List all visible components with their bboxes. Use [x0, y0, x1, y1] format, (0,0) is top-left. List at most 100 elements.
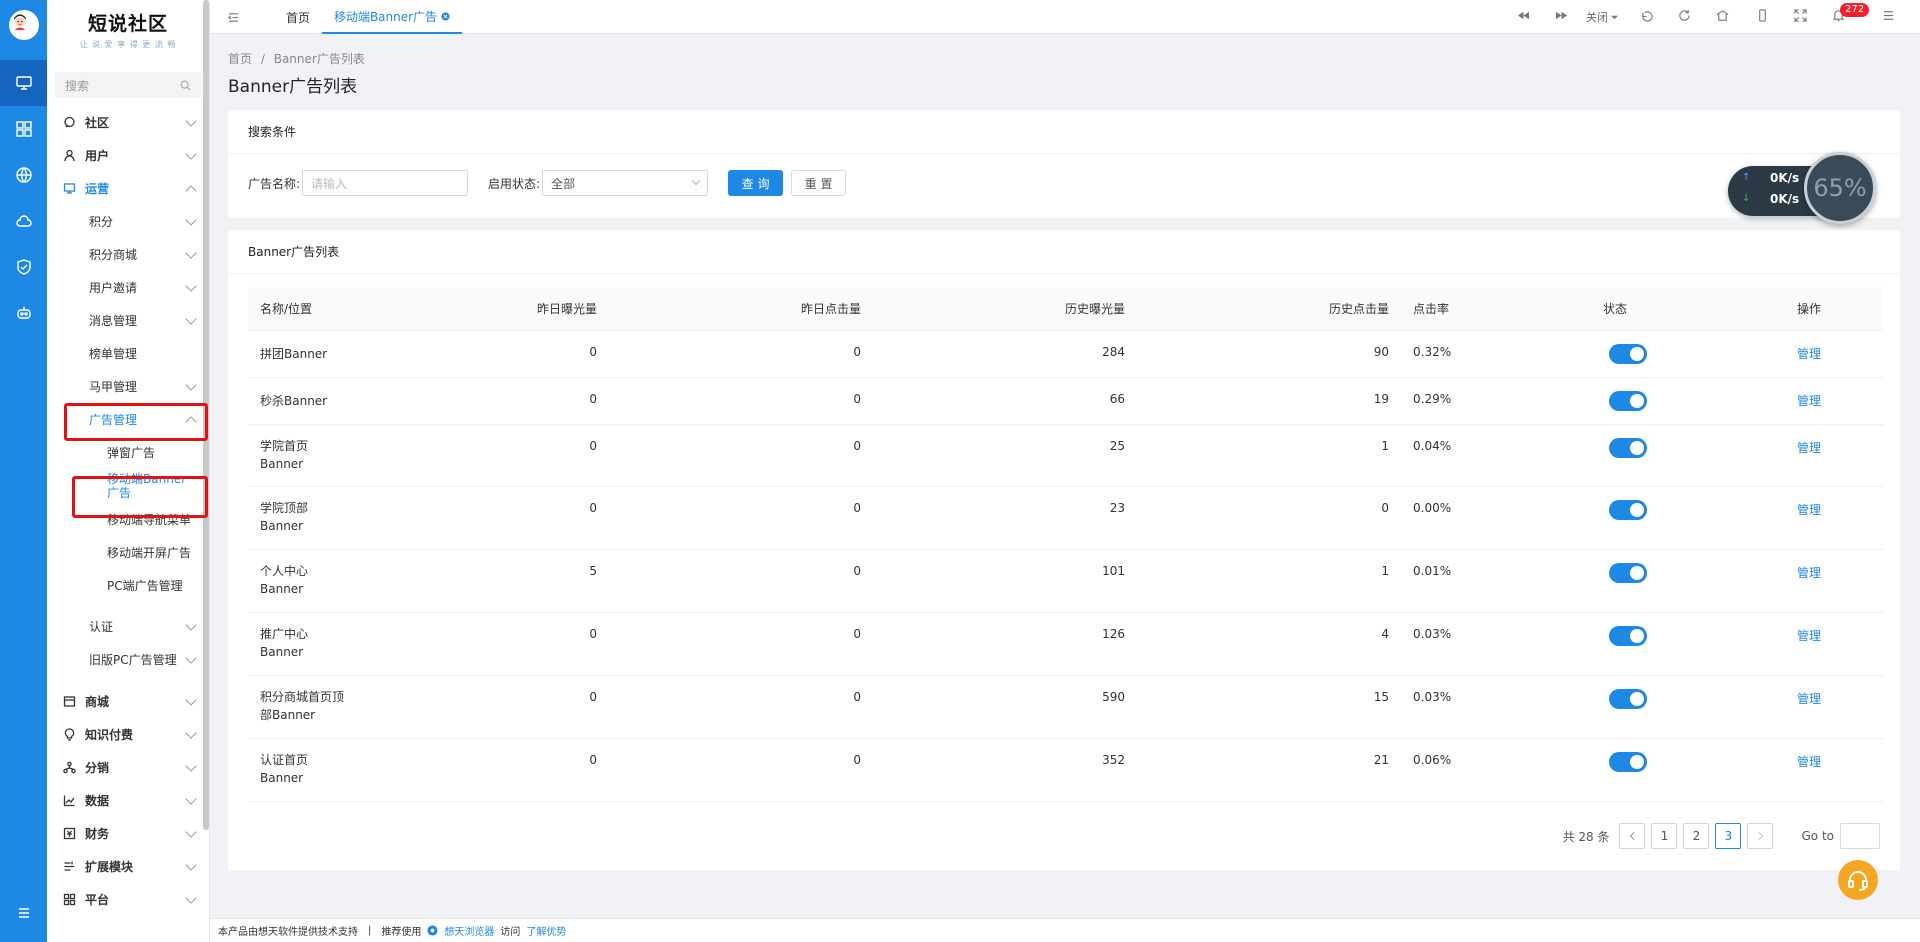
highlight-box-mobile-banner: [72, 476, 208, 518]
sidebar-item-platform[interactable]: 平台: [47, 883, 209, 916]
rail-cloud-icon[interactable]: [0, 198, 47, 244]
tab-label: 移动端Banner广告: [333, 9, 438, 24]
query-button[interactable]: 查 询: [728, 170, 784, 196]
rewind-icon[interactable]: [1517, 9, 1530, 25]
home-icon[interactable]: [1716, 9, 1729, 25]
status-toggle[interactable]: [1609, 751, 1647, 772]
manage-link[interactable]: 管理: [1797, 347, 1821, 361]
status-select[interactable]: 全部: [542, 170, 709, 196]
avatar-icon: [11, 12, 29, 30]
sidebar-item-messages[interactable]: 消息管理: [47, 304, 209, 337]
manage-link[interactable]: 管理: [1797, 692, 1821, 706]
page-1-button[interactable]: 1: [1651, 823, 1678, 849]
sidebar-item-operations[interactable]: 运营: [47, 172, 209, 205]
status-toggle[interactable]: [1609, 562, 1647, 583]
close-icon[interactable]: [441, 11, 450, 21]
sidebar-search[interactable]: 搜索: [55, 72, 201, 98]
row-click-rate: 0.06%: [1401, 738, 1591, 802]
list-card: Banner广告列表 名称/位置 昨日曝光量 昨日点击量 历史曝光量 历史点击量…: [228, 230, 1900, 870]
rail-grid-icon[interactable]: [0, 106, 47, 152]
prev-page-button[interactable]: [1619, 823, 1646, 849]
status-toggle[interactable]: [1609, 625, 1647, 646]
fast-forward-icon[interactable]: [1555, 9, 1568, 25]
rail-monitor-icon[interactable]: [0, 60, 47, 106]
status-toggle[interactable]: [1609, 343, 1647, 364]
brand-logo: 短说社区 让 说 爱 享 得 更 流 畅: [47, 0, 209, 58]
close-dropdown[interactable]: 关闭: [1586, 9, 1618, 25]
manage-link[interactable]: 管理: [1797, 503, 1821, 517]
avatar[interactable]: [9, 10, 39, 40]
page-3-button[interactable]: 3: [1715, 823, 1742, 849]
goto-page-input[interactable]: [1840, 823, 1880, 849]
manage-link[interactable]: 管理: [1797, 566, 1821, 580]
status-toggle[interactable]: [1609, 437, 1647, 458]
row-yesterday-clicks: 0: [609, 377, 873, 425]
undo-icon[interactable]: [1640, 9, 1653, 25]
manage-link[interactable]: 管理: [1797, 394, 1821, 408]
manage-link[interactable]: 管理: [1797, 441, 1821, 455]
breadcrumb-home[interactable]: 首页: [228, 52, 252, 66]
footer-separator: |: [368, 925, 372, 936]
footer-browser-link[interactable]: 想天浏览器: [444, 923, 494, 938]
page-2-button[interactable]: 2: [1683, 823, 1710, 849]
row-history-clicks: 15: [1137, 675, 1401, 739]
rail-shield-icon[interactable]: [0, 244, 47, 290]
sidebar-item-mall[interactable]: 商城: [47, 685, 209, 718]
reset-button[interactable]: 重 置: [791, 170, 847, 196]
footer-learn-link[interactable]: 了解优势: [526, 923, 566, 938]
sidebar-item-invite[interactable]: 用户邀请: [47, 271, 209, 304]
sidebar-item-knowledge[interactable]: 知识付费: [47, 718, 209, 751]
collapse-icon[interactable]: [228, 0, 239, 34]
sidebar-item-label: 财务: [85, 827, 110, 841]
tab-mobile-banner[interactable]: 移动端Banner广告: [322, 0, 462, 34]
sidebar-item-splash-ads[interactable]: 移动端开屏广告: [47, 536, 209, 569]
row-action: 管理: [1787, 377, 1883, 425]
chevron-down-icon: [185, 759, 197, 772]
row-history-exposure: 25: [873, 424, 1137, 487]
sidebar-item-extensions[interactable]: 扩展模块: [47, 850, 209, 883]
sidebar-item-certification[interactable]: 认证: [47, 610, 209, 643]
pagination-total: 共 28 条: [1562, 829, 1610, 844]
refresh-icon[interactable]: [1678, 9, 1691, 25]
manage-link[interactable]: 管理: [1797, 755, 1821, 769]
col-yesterday-exposure: 昨日曝光量: [428, 287, 609, 331]
notification-bell[interactable]: 272: [1832, 3, 1870, 25]
sidebar-item-finance[interactable]: 财务: [47, 817, 209, 850]
status-toggle[interactable]: [1609, 499, 1647, 520]
download-arrow-icon: ↓: [1742, 193, 1751, 204]
rail-robot-icon[interactable]: [0, 290, 47, 336]
row-yesterday-clicks: 0: [609, 330, 873, 378]
row-action: 管理: [1787, 330, 1883, 378]
fullscreen-icon[interactable]: [1794, 9, 1807, 25]
user-icon: [64, 149, 75, 162]
mobile-icon[interactable]: [1756, 9, 1769, 25]
tab-home[interactable]: 首页: [274, 0, 322, 34]
sidebar-item-data[interactable]: 数据: [47, 784, 209, 817]
rail-menu-icon[interactable]: [0, 890, 47, 936]
sidebar-item-points[interactable]: 积分: [47, 205, 209, 238]
rail-globe-icon[interactable]: [0, 152, 47, 198]
status-toggle[interactable]: [1609, 390, 1647, 411]
row-name: 个人中心 Banner: [248, 549, 428, 613]
sidebar-item-legacy-pc-ads[interactable]: 旧版PC广告管理: [47, 643, 209, 676]
sidebar-item-pc-ads[interactable]: PC端广告管理: [47, 569, 209, 602]
row-action: 管理: [1787, 738, 1883, 802]
network-speed-widget[interactable]: ↑ 0K/s ↓ 0K/s 65%: [1728, 150, 1878, 224]
search-card-title: 搜索条件: [228, 110, 1900, 154]
sidebar-item-points-mall[interactable]: 积分商城: [47, 238, 209, 271]
status-toggle[interactable]: [1609, 688, 1647, 709]
customer-service-button[interactable]: [1838, 860, 1878, 900]
row-history-clicks: 19: [1137, 377, 1401, 425]
next-page-button[interactable]: [1747, 823, 1774, 849]
manage-link[interactable]: 管理: [1797, 629, 1821, 643]
sidebar-item-users[interactable]: 用户: [47, 139, 209, 172]
more-menu-icon[interactable]: [1882, 9, 1895, 25]
row-name-line2: Banner: [260, 581, 304, 596]
sidebar-item-rankings[interactable]: 榜单管理: [47, 337, 209, 370]
sidebar-item-community[interactable]: 社区: [47, 106, 209, 139]
sidebar-item-vest[interactable]: 马甲管理: [47, 370, 209, 403]
ad-name-input[interactable]: 请输入: [302, 170, 469, 196]
row-name-line1: 推广中心: [260, 626, 309, 641]
row-status: [1591, 377, 1787, 425]
sidebar-item-distribution[interactable]: 分销: [47, 751, 209, 784]
